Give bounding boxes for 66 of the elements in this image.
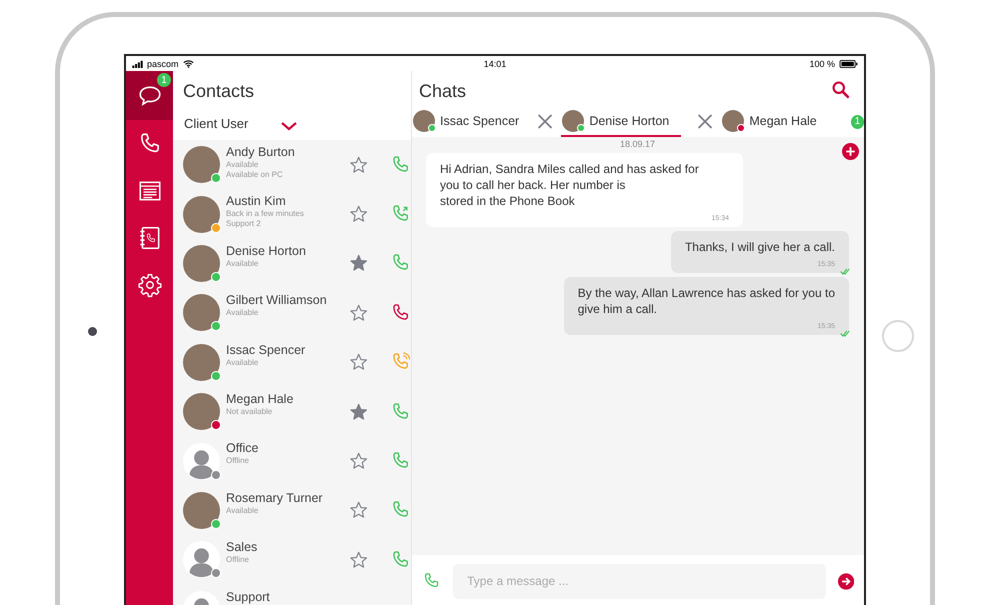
star-icon[interactable] — [349, 500, 369, 520]
contact-name[interactable]: Sales — [226, 540, 332, 554]
contact-name[interactable]: Gilbert Williamson — [226, 293, 332, 308]
presence-status: Available — [226, 358, 260, 367]
contact-name[interactable]: Megan Hale — [226, 392, 332, 406]
signal-icon — [132, 60, 143, 68]
message-text: Thanks, I will give her a call. — [684, 239, 835, 255]
photo-placeholder — [413, 110, 435, 132]
star-icon[interactable] — [349, 253, 369, 274]
contact-name[interactable]: Office — [226, 441, 332, 456]
message-text: Hi Adrian, Sandra Miles called and has asked for you to call her back. Her number is stored in the Phone Book — [440, 161, 700, 209]
star-icon[interactable] — [349, 204, 369, 224]
photo-placeholder — [183, 344, 220, 381]
contact-name[interactable]: Support — [226, 590, 336, 604]
date-label: 18.09.17 — [618, 139, 656, 151]
chat-tab[interactable]: Megan Hale — [721, 106, 819, 136]
clock-time: 14:01 — [484, 58, 506, 68]
star-icon[interactable] — [349, 402, 369, 422]
unread-badge: 1 — [157, 73, 171, 87]
presence-status: Available — [226, 258, 260, 268]
presence-status: Available — [226, 308, 260, 318]
panel-title: Chats — [418, 80, 466, 103]
photo-placeholder — [722, 110, 744, 132]
presence-status: Offline — [226, 555, 250, 564]
battery-percent: 100 % — [809, 58, 835, 68]
status-note: Available on PC — [226, 170, 284, 179]
photo-placeholder — [183, 146, 220, 184]
photo-placeholder — [183, 294, 220, 332]
presence-status: Available — [226, 160, 260, 169]
contact-name[interactable]: Issac Spencer — [226, 342, 332, 357]
unread-badge: 1 — [850, 114, 864, 128]
photo-placeholder — [183, 244, 220, 282]
contact-name[interactable]: Rosemary Turner — [226, 490, 332, 505]
wifi-icon — [182, 59, 194, 68]
photo-placeholder — [183, 196, 220, 233]
presence-status: Not available — [226, 406, 274, 416]
star-icon[interactable] — [349, 154, 369, 175]
presence-status: Available — [226, 506, 260, 515]
contact-name[interactable]: Austin Kim — [226, 194, 332, 208]
panel-title: Contacts — [182, 80, 256, 103]
send-icon[interactable] — [838, 572, 854, 590]
star-icon[interactable] — [349, 550, 369, 570]
message-field[interactable]: Type a message ... — [453, 564, 826, 598]
contact-name[interactable]: Andy Burton — [226, 145, 332, 159]
star-icon[interactable] — [349, 352, 369, 372]
person-silhouette-icon — [183, 541, 220, 578]
battery-icon — [839, 60, 858, 68]
photo-placeholder — [183, 393, 220, 430]
star-icon[interactable] — [349, 302, 369, 323]
presence-status: Back in a few minutes — [226, 209, 305, 218]
carrier-name: pascom — [147, 58, 179, 68]
star-icon[interactable] — [349, 451, 369, 472]
message-text: By the way, Allan Lawrence has asked for you to give him a call. — [578, 285, 835, 317]
photo-placeholder — [562, 110, 584, 132]
camera-dot — [88, 327, 96, 336]
photo-placeholder — [183, 492, 220, 529]
presence-status: Offline — [226, 456, 250, 466]
close-icon[interactable] — [537, 113, 554, 130]
chat-tab[interactable]: Issac Spencer — [412, 106, 522, 136]
person-silhouette-icon — [183, 442, 220, 480]
close-icon[interactable] — [697, 113, 714, 130]
group-selector[interactable]: Client User — [184, 116, 280, 130]
status-note: Support 2 — [226, 219, 262, 228]
settings-icon — [136, 272, 162, 298]
contact-name[interactable]: Denise Horton — [226, 244, 332, 258]
search-icon[interactable] — [831, 80, 850, 99]
